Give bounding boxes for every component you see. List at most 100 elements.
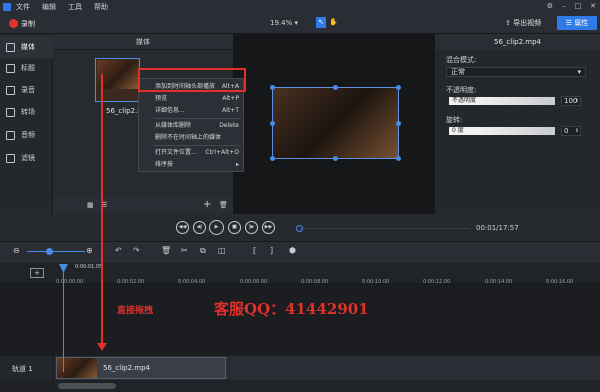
timeline-zoom-slider[interactable] <box>27 251 85 252</box>
timeline-scrollbar[interactable] <box>54 381 600 392</box>
media-icon <box>6 42 15 52</box>
drag-instruction-text: 直接拖拽 <box>117 306 154 316</box>
step-forward-icon[interactable]: |▶ <box>245 221 258 234</box>
chevron-down-icon: ▾ <box>577 68 581 76</box>
timeline-zoom-handle[interactable] <box>46 248 53 255</box>
sidebar-item-filter[interactable]: 滤镜 <box>0 147 53 169</box>
record-icon[interactable] <box>9 19 18 28</box>
audio-icon <box>6 130 15 140</box>
resize-handle[interactable] <box>396 121 401 126</box>
marker-icon[interactable]: ⬢ <box>289 246 296 255</box>
record-button-label[interactable]: 录制 <box>21 19 35 29</box>
resize-handle[interactable] <box>396 85 401 90</box>
sidebar-item-label: 转场 <box>21 108 35 116</box>
sidebar-item-label: 音频 <box>21 131 35 139</box>
mark-out-icon[interactable]: ] <box>270 246 273 255</box>
timeline-clip-name: 56_clip2.mp4 <box>103 364 150 372</box>
rotate-value: 0 <box>564 127 569 135</box>
menu-item-details[interactable]: 详细信息... Alt+T <box>155 105 243 116</box>
step-back-icon[interactable]: ◀| <box>193 221 206 234</box>
menu-tools[interactable]: 工具 <box>68 2 82 12</box>
zoom-select[interactable]: 19.4% ▾ <box>270 19 298 27</box>
menu-item-preview[interactable]: 预览 Alt+P <box>155 93 243 104</box>
freeze-icon[interactable]: ◫ <box>218 246 226 255</box>
cut-icon[interactable]: ✂ <box>181 246 188 255</box>
menu-separator <box>153 145 241 146</box>
sidebar-item-transition[interactable]: 转场 <box>0 101 53 123</box>
opacity-value-input[interactable]: 100 ⇕ <box>561 96 581 106</box>
sidebar-item-record-audio[interactable]: 录音 <box>0 79 53 101</box>
sidebar-item-title[interactable]: 标题 <box>0 57 53 79</box>
close-icon[interactable]: ✕ <box>590 2 596 10</box>
track-label: 轨道 1 <box>12 365 33 373</box>
mark-in-icon[interactable]: [ <box>253 246 256 255</box>
resize-handle[interactable] <box>270 156 275 161</box>
menu-edit[interactable]: 编辑 <box>42 2 56 12</box>
export-icon: ⇪ <box>505 19 514 27</box>
context-menu: 添加到时间轴头部播放 Alt+A 预览 Alt+P 详细信息... Alt+T 从媒体… <box>138 78 244 172</box>
zoom-out-icon[interactable]: ⊖ <box>13 246 20 255</box>
zoom-value: 19.4% <box>270 19 293 27</box>
menu-item-shortcut: Ctrl+Alt+O <box>205 149 239 156</box>
menu-item-open-file-location[interactable]: 打开文件位置... Ctrl+Alt+O <box>155 147 243 158</box>
export-video-button[interactable]: ⇪ 导出视频 <box>505 18 541 28</box>
menu-item-remove-from-library[interactable]: 从媒体库删除 Delete <box>155 120 243 131</box>
opacity-slider[interactable]: 不透明度 <box>449 97 555 105</box>
add-media-icon[interactable]: + <box>203 199 211 210</box>
add-track-button[interactable]: + <box>30 268 44 278</box>
blend-mode-value: 正常 <box>451 68 465 76</box>
opacity-label: 不透明度: <box>446 86 477 94</box>
chevron-right-icon: ▸ <box>235 161 239 168</box>
properties-button[interactable]: ☰ 属性 <box>557 16 597 30</box>
properties-panel-title: 56_clip2.mp4 <box>435 34 600 50</box>
resize-handle[interactable] <box>333 156 338 161</box>
highlight-box <box>138 68 246 92</box>
stepper-icon: ⇕ <box>574 98 579 104</box>
pointer-tool-icon[interactable]: ↖ <box>316 17 326 28</box>
redo-icon[interactable]: ↷ <box>133 246 140 255</box>
menu-bar: 文件 编辑 工具 帮助 ⚙ – □ ✕ <box>0 0 600 13</box>
play-icon[interactable]: ▶ <box>209 220 224 235</box>
playback-progress-handle[interactable] <box>296 225 303 232</box>
rotate-field-label: 0 度 <box>452 127 464 134</box>
sidebar-item-label: 媒体 <box>21 43 35 51</box>
selection-box <box>272 87 399 159</box>
settings-icon[interactable]: ⚙ <box>547 2 553 10</box>
blend-mode-select[interactable]: 正常 ▾ <box>446 67 586 77</box>
properties-label: 属性 <box>574 19 589 27</box>
delete-icon[interactable]: 🗑 <box>161 246 171 255</box>
media-thumbnail-image <box>97 60 138 89</box>
window-controls: ⚙ – □ ✕ <box>547 2 596 10</box>
grid-view-icon[interactable]: ▦ <box>87 201 94 209</box>
crop-icon[interactable]: ⧉ <box>200 246 206 256</box>
delete-media-icon[interactable]: 🗑 <box>219 201 228 209</box>
menu-item-shortcut: Delete <box>219 122 239 129</box>
resize-handle[interactable] <box>333 85 338 90</box>
sidebar-item-audio[interactable]: 音频 <box>0 124 53 146</box>
rotate-slider[interactable]: 0 度 <box>449 127 555 135</box>
menu-file[interactable]: 文件 <box>16 2 30 12</box>
timeline-scrollbar-thumb[interactable] <box>58 383 116 389</box>
menu-item-sort-by[interactable]: 排序按 ▸ <box>155 159 243 170</box>
sidebar-item-media[interactable]: 媒体 <box>0 36 53 58</box>
resize-handle[interactable] <box>270 121 275 126</box>
rotate-value-input[interactable]: 0 ⇕ <box>561 126 581 136</box>
menu-item-remove-unused[interactable]: 删除不在时间轴上的媒体 <box>155 132 243 143</box>
zoom-in-icon[interactable]: ⊕ <box>86 246 93 255</box>
sidebar: 媒体 标题 录音 转场 音频 滤镜 <box>0 34 53 239</box>
timeline-area[interactable] <box>0 284 600 356</box>
rewind-icon[interactable]: ◀◀ <box>176 221 189 234</box>
menu-item-shortcut: Alt+T <box>222 107 239 114</box>
resize-handle[interactable] <box>270 85 275 90</box>
menu-help[interactable]: 帮助 <box>94 2 108 12</box>
maximize-icon[interactable]: □ <box>575 2 582 10</box>
playback-progress-track[interactable] <box>300 228 470 229</box>
undo-icon[interactable]: ↶ <box>115 246 122 255</box>
minimize-icon[interactable]: – <box>562 2 566 10</box>
hand-tool-icon[interactable]: ✋ <box>329 18 338 26</box>
resize-handle[interactable] <box>396 156 401 161</box>
sidebar-item-label: 录音 <box>21 86 35 94</box>
fast-forward-icon[interactable]: ▶▶ <box>262 221 275 234</box>
stop-icon[interactable]: ■ <box>228 221 241 234</box>
opacity-field-label: 不透明度 <box>452 97 477 104</box>
